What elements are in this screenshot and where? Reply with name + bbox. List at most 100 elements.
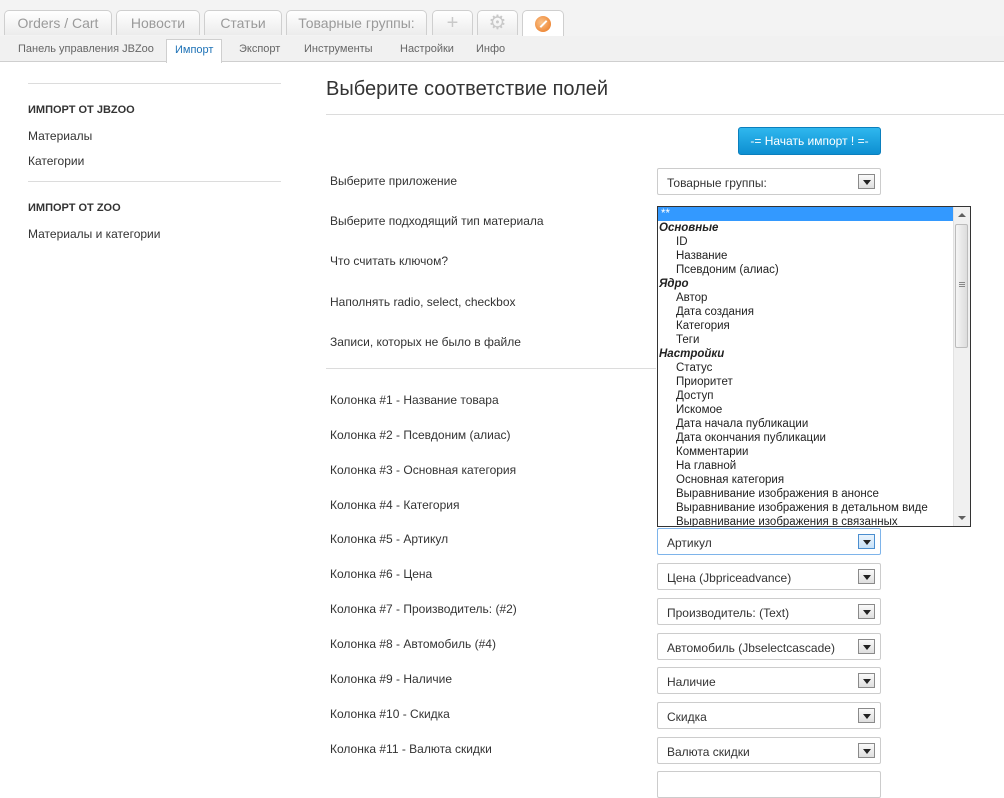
dropdown-option[interactable]: Доступ bbox=[658, 389, 954, 403]
zoo-app-tab[interactable] bbox=[522, 10, 564, 37]
start-import-button[interactable]: -= Начать импорт ! =- bbox=[738, 127, 881, 155]
dropdown-option[interactable]: Теги bbox=[658, 333, 954, 347]
dropdown-option[interactable]: Приоритет bbox=[658, 375, 954, 389]
column-label: Колонка #4 - Категория bbox=[330, 498, 460, 512]
dropdown-option[interactable]: Искомое bbox=[658, 403, 954, 417]
dropdown-group-label: Ядро bbox=[659, 278, 689, 290]
sidebar-item-materials[interactable]: Материалы bbox=[28, 129, 92, 143]
column-5-select[interactable]: Артикул bbox=[657, 528, 881, 555]
dropdown-option[interactable]: Статус bbox=[658, 361, 954, 375]
chevron-down-icon bbox=[858, 534, 875, 549]
chevron-down-icon bbox=[858, 743, 875, 758]
chevron-down-icon bbox=[858, 569, 875, 584]
app-tab-product-groups[interactable]: Товарные группы: bbox=[286, 10, 427, 35]
dropdown-options: ** Основные ID Название Псевдоним (алиас) Ядр… bbox=[658, 207, 954, 526]
tab-info[interactable]: Инфо bbox=[476, 36, 505, 62]
app-tab-label: Товарные группы: bbox=[298, 15, 415, 31]
app-tab-label: Новости bbox=[130, 15, 186, 31]
chevron-down-icon bbox=[858, 708, 875, 723]
dropdown-option[interactable]: Выравнивание изображения в анонсе bbox=[658, 487, 954, 501]
select-value: Цена (Jbpriceadvance) bbox=[667, 571, 792, 585]
column-7-select[interactable]: Производитель: (Text) bbox=[657, 598, 881, 625]
column-6-select[interactable]: Цена (Jbpriceadvance) bbox=[657, 563, 881, 590]
column-9-select[interactable]: Наличие bbox=[657, 667, 881, 694]
column-label: Колонка #11 - Валюта скидки bbox=[330, 742, 492, 756]
sidebar-section-title: ИМПОРТ ОТ JBZOO bbox=[28, 104, 135, 116]
chevron-down-icon bbox=[858, 673, 875, 688]
title-divider bbox=[326, 114, 1004, 115]
setting-label-key: Что считать ключом? bbox=[330, 254, 449, 268]
dropdown-option[interactable]: ** bbox=[658, 207, 954, 221]
setting-label-application: Выберите приложение bbox=[330, 174, 458, 188]
setting-label-fill-options: Наполнять radio, select, checkbox bbox=[330, 295, 516, 309]
scroll-down-icon[interactable] bbox=[954, 510, 970, 526]
chevron-down-icon bbox=[858, 639, 875, 654]
dropdown-option[interactable]: Дата окончания публикации bbox=[658, 431, 954, 445]
sidebar-section-title: ИМПОРТ ОТ ZOO bbox=[28, 202, 121, 214]
sidebar-divider bbox=[28, 181, 281, 182]
dropdown-option[interactable]: ID bbox=[658, 235, 954, 249]
setting-label-material-type: Выберите подходящий тип материала bbox=[330, 214, 544, 228]
scroll-up-icon[interactable] bbox=[954, 207, 970, 223]
sub-tabs-bar: Панель управления JBZoo Импорт Экспорт И… bbox=[0, 36, 1004, 63]
tab-tools[interactable]: Инструменты bbox=[304, 36, 373, 62]
tab-import[interactable]: Импорт bbox=[166, 39, 223, 63]
dropdown-option[interactable]: Комментарии bbox=[658, 445, 954, 459]
dropdown-option[interactable]: Категория bbox=[658, 319, 954, 333]
select-value: Производитель: (Text) bbox=[667, 606, 790, 620]
dropdown-option[interactable]: Автор bbox=[658, 291, 954, 305]
app-tabs-bar: Orders / Cart Новости Статьи Товарные гр… bbox=[0, 0, 1004, 37]
app-tab-news[interactable]: Новости bbox=[116, 10, 200, 35]
section-divider bbox=[326, 368, 656, 369]
select-value: Товарные группы: bbox=[667, 176, 767, 190]
sidebar-item-materials-and-categories[interactable]: Материалы и категории bbox=[28, 227, 160, 241]
app-settings-tab[interactable]: ⚙ bbox=[477, 10, 518, 35]
dropdown-option[interactable]: Основная категория bbox=[658, 473, 954, 487]
column-10-select[interactable]: Скидка bbox=[657, 702, 881, 729]
app-tab-label: Статьи bbox=[220, 15, 266, 31]
dropdown-scrollbar[interactable] bbox=[953, 207, 970, 526]
select-value: Наличие bbox=[667, 675, 716, 689]
add-app-tab[interactable]: + bbox=[432, 10, 473, 35]
dropdown-group-label: Настройки bbox=[659, 348, 725, 360]
column-label: Колонка #6 - Цена bbox=[330, 567, 433, 581]
app-tab-articles[interactable]: Статьи bbox=[204, 10, 282, 35]
dropdown-group-label: Основные bbox=[659, 222, 719, 234]
dropdown-option[interactable]: Выравнивание изображения в детальном вид… bbox=[658, 501, 954, 515]
dropdown-option[interactable]: На главной bbox=[658, 459, 954, 473]
select-value: Валюта скидки bbox=[667, 745, 750, 759]
column-label: Колонка #3 - Основная категория bbox=[330, 463, 517, 477]
application-select[interactable]: Товарные группы: bbox=[657, 168, 881, 195]
dropdown-option[interactable]: Название bbox=[658, 249, 954, 263]
dropdown-option[interactable]: Выравнивание изображения в связанных bbox=[658, 515, 954, 526]
column-label: Колонка #9 - Наличие bbox=[330, 672, 453, 686]
zoo-logo-icon bbox=[535, 16, 551, 32]
column-label: Колонка #8 - Автомобиль (#4) bbox=[330, 637, 496, 651]
tab-jbzoo-dashboard[interactable]: Панель управления JBZoo bbox=[18, 36, 154, 62]
scroll-thumb[interactable] bbox=[955, 224, 968, 348]
dropdown-option[interactable]: Дата начала публикации bbox=[658, 417, 954, 431]
app-tab-orders-cart[interactable]: Orders / Cart bbox=[4, 10, 112, 35]
grip-icon bbox=[959, 282, 965, 283]
column-12-select[interactable] bbox=[657, 771, 881, 798]
dropdown-option[interactable]: Дата создания bbox=[658, 305, 954, 319]
gear-icon: ⚙ bbox=[488, 12, 507, 34]
column-label: Колонка #7 - Производитель: (#2) bbox=[330, 602, 517, 616]
tab-settings[interactable]: Настройки bbox=[400, 36, 454, 62]
page-title: Выберите соответствие полей bbox=[326, 78, 609, 100]
sidebar-item-categories[interactable]: Категории bbox=[28, 154, 84, 168]
plus-icon: + bbox=[446, 12, 459, 34]
select-value: Артикул bbox=[667, 536, 712, 550]
field-dropdown-list[interactable]: ** Основные ID Название Псевдоним (алиас) Ядр… bbox=[657, 206, 971, 527]
select-value: Скидка bbox=[667, 710, 707, 724]
select-value: Автомобиль (Jbselectcascade) bbox=[667, 641, 835, 655]
chevron-down-icon bbox=[858, 174, 875, 189]
column-8-select[interactable]: Автомобиль (Jbselectcascade) bbox=[657, 633, 881, 660]
setting-label-missing-records: Записи, которых не было в файле bbox=[330, 335, 521, 349]
column-label: Колонка #1 - Название товара bbox=[330, 393, 499, 407]
dropdown-option[interactable]: Псевдоним (алиас) bbox=[658, 263, 954, 277]
column-11-select[interactable]: Валюта скидки bbox=[657, 737, 881, 764]
tab-export[interactable]: Экспорт bbox=[239, 36, 280, 62]
sidebar-divider bbox=[28, 83, 281, 84]
column-label: Колонка #2 - Псевдоним (алиас) bbox=[330, 428, 511, 442]
